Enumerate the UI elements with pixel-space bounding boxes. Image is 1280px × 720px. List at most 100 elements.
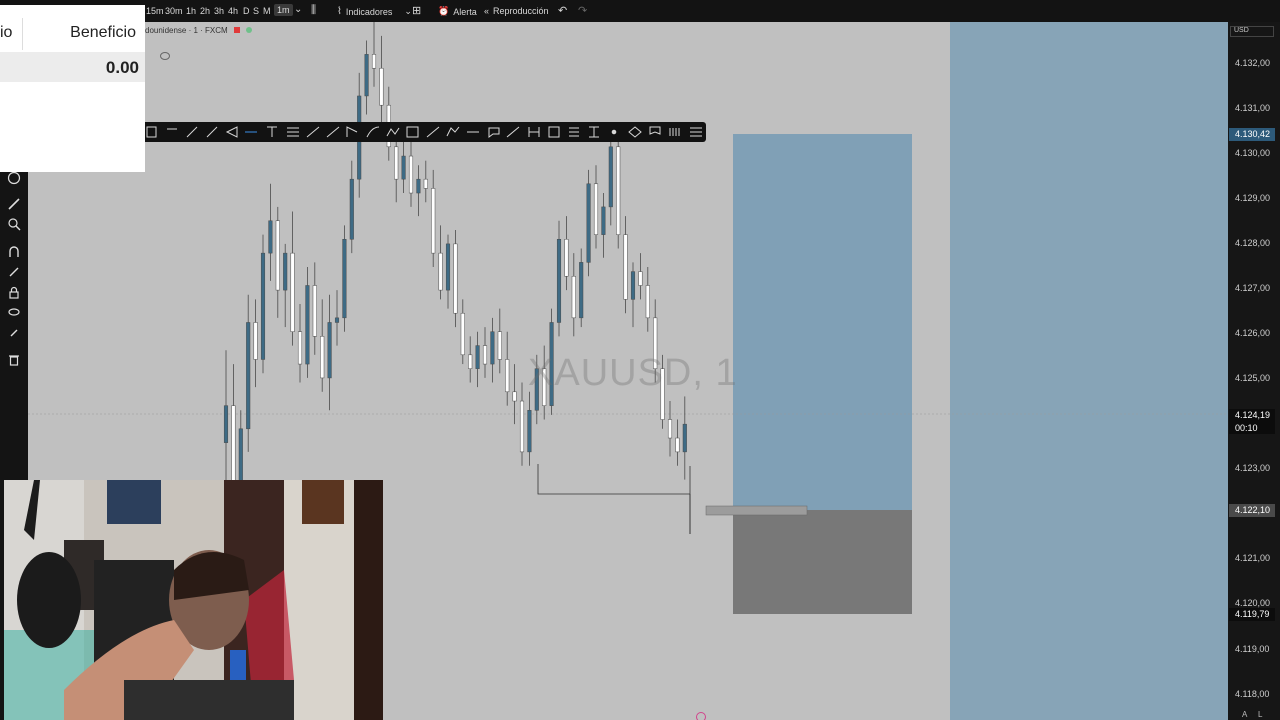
link-icon[interactable] xyxy=(6,325,22,341)
channel-icon[interactable] xyxy=(326,126,340,138)
profit-value: 0.00 xyxy=(105,58,139,77)
loss-zone[interactable] xyxy=(733,510,912,614)
tf-1h[interactable]: 1h xyxy=(186,6,196,16)
price-label: 4.129,00 xyxy=(1235,193,1271,203)
candle-body xyxy=(290,252,295,332)
current-price: 4.124,19 xyxy=(1235,410,1271,420)
lock-icon[interactable] xyxy=(6,285,22,301)
fib-retracement-icon[interactable] xyxy=(569,127,579,137)
tf-15m[interactable]: 15m xyxy=(146,6,164,16)
candle-body xyxy=(253,322,258,360)
symbol-watermark: XAUUSD, 1 xyxy=(528,352,738,394)
candle-body xyxy=(327,322,332,379)
magnet-icon[interactable] xyxy=(6,244,22,260)
volume-profile-icon[interactable] xyxy=(669,128,680,136)
pattern-icon[interactable] xyxy=(446,126,460,137)
candle-body xyxy=(305,285,310,365)
rectangle-icon[interactable] xyxy=(548,126,560,138)
pitchfork-icon[interactable] xyxy=(346,126,358,137)
indicators-button[interactable]: ⌇ Indicadores ⌄ xyxy=(337,6,412,17)
candle-body xyxy=(408,155,414,194)
ray-icon[interactable] xyxy=(306,126,320,138)
status-dot-red xyxy=(233,27,240,33)
dot-icon[interactable] xyxy=(611,129,617,135)
zigzag-icon[interactable] xyxy=(386,127,400,137)
profit-zone-right xyxy=(950,22,1228,720)
tf-1m-active[interactable]: 1m xyxy=(274,4,293,16)
tf-3h[interactable]: 3h xyxy=(214,6,224,16)
grid-tool-icon[interactable] xyxy=(146,126,157,138)
curve-icon[interactable] xyxy=(366,126,380,138)
price-label: 4.119,00 xyxy=(1235,644,1270,654)
callout-icon[interactable] xyxy=(488,127,500,138)
candle-body xyxy=(593,183,599,235)
price-label: 4.132,00 xyxy=(1235,58,1271,68)
candle-body xyxy=(475,345,480,369)
brush-icon[interactable] xyxy=(206,126,218,138)
date-range-icon[interactable] xyxy=(528,127,540,137)
ruler-icon[interactable] xyxy=(6,196,22,212)
menu-icon[interactable] xyxy=(690,127,702,137)
candle-body xyxy=(349,178,354,240)
fib-icon[interactable] xyxy=(287,127,299,137)
candle-body xyxy=(283,252,288,291)
diamond-icon[interactable] xyxy=(628,126,642,138)
auto-scale-button[interactable]: A xyxy=(1242,710,1247,719)
eye-icon[interactable] xyxy=(160,52,170,60)
emoji-icon[interactable] xyxy=(6,170,22,186)
candle-body xyxy=(438,252,443,291)
candle-body xyxy=(556,239,562,323)
candle-body xyxy=(623,234,628,300)
arrow-marker-icon[interactable] xyxy=(225,126,238,138)
entry-marker[interactable] xyxy=(705,505,808,516)
candle-body xyxy=(342,239,347,319)
bar-type-icon[interactable]: ⫼ xyxy=(311,4,316,17)
trash-icon[interactable] xyxy=(6,352,22,368)
measure-icon[interactable] xyxy=(506,126,520,138)
candle-body xyxy=(601,206,606,235)
flag-icon[interactable] xyxy=(649,126,661,135)
visibility-icon[interactable] xyxy=(6,304,22,320)
log-scale-button[interactable]: L xyxy=(1258,710,1262,719)
alert-button[interactable]: ⏰ Alerta xyxy=(438,6,477,17)
column-divider xyxy=(22,18,23,50)
zoom-icon[interactable] xyxy=(6,216,22,232)
alarm-clock-icon: ⏰ xyxy=(438,6,450,16)
candle-body xyxy=(482,345,488,365)
undo-icon[interactable]: ↶ xyxy=(558,4,567,17)
tf-4h[interactable]: 4h xyxy=(228,6,238,16)
drawing-tools-icons xyxy=(146,126,702,138)
text-tool-icon[interactable] xyxy=(267,126,277,137)
alert-label: Alerta xyxy=(453,6,477,17)
price-label: 4.127,00 xyxy=(1235,283,1271,293)
tf-30m[interactable]: 30m xyxy=(165,6,183,16)
candle-body xyxy=(675,437,680,453)
candle-body xyxy=(586,183,591,263)
redo-icon[interactable]: ↷ xyxy=(578,4,587,17)
cursor-icon xyxy=(696,712,706,720)
gann-icon[interactable] xyxy=(426,126,440,138)
entry-price-tag: 4.122,10 xyxy=(1229,504,1275,517)
table-tool-icon[interactable] xyxy=(406,126,419,138)
symbol-legend[interactable]: dounidense · 1 · FXCM xyxy=(145,26,253,35)
profit-zone[interactable] xyxy=(733,134,912,510)
target-price-tag: 4.130,42 xyxy=(1229,128,1275,141)
trendline-icon[interactable] xyxy=(186,126,198,138)
tf-m[interactable]: M xyxy=(263,6,271,16)
table-row[interactable]: 0.00 xyxy=(0,52,145,82)
pencil-lock-icon[interactable] xyxy=(6,264,22,280)
chevron-down-icon[interactable]: ⌄ xyxy=(294,4,302,15)
tf-d[interactable]: D xyxy=(243,6,250,16)
candle-body xyxy=(371,54,377,69)
layout-grid-icon[interactable]: ⊞ xyxy=(412,4,421,17)
currency-select[interactable]: USD xyxy=(1230,26,1274,37)
price-label: 4.126,00 xyxy=(1235,328,1271,338)
tf-s[interactable]: S xyxy=(253,6,259,16)
candle-body xyxy=(645,285,650,319)
price-range-icon[interactable] xyxy=(589,126,599,138)
candle-body xyxy=(445,243,451,291)
tf-2h[interactable]: 2h xyxy=(200,6,210,16)
price-axis[interactable]: USD 4.132,00 4.131,00 4.130,00 4.129,00 … xyxy=(1228,22,1280,720)
column-header-profit: Beneficio xyxy=(70,24,136,41)
replay-button[interactable]: « Reproducción xyxy=(484,6,549,16)
